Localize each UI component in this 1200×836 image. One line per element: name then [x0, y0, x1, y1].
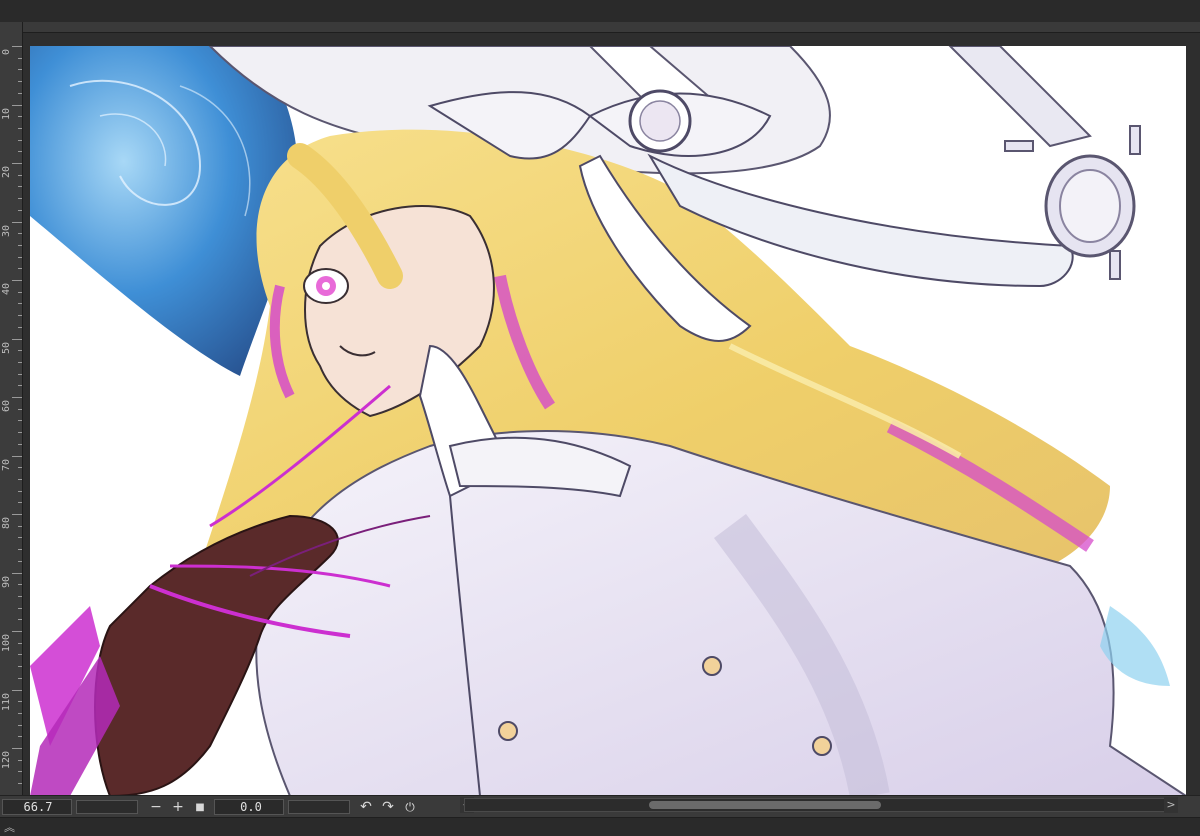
ruler-minor-tick: [18, 537, 22, 539]
ruler-minor-tick: [18, 350, 22, 352]
ruler-minor-tick: [18, 759, 22, 761]
rotate-right-button[interactable]: ↷: [378, 799, 398, 815]
ruler-minor-tick: [18, 57, 22, 59]
ruler-minor-tick: [18, 420, 22, 422]
ruler-major-tick: [12, 748, 22, 749]
ruler-label: 120: [1, 751, 12, 770]
rotation-field[interactable]: 0.0: [214, 799, 284, 815]
ruler-major-tick: [12, 572, 22, 574]
ruler-label: 70: [1, 458, 12, 471]
ruler-minor-tick: [18, 233, 22, 235]
ruler-minor-tick: [18, 701, 22, 703]
reset-rotation-button[interactable]: ⏻: [400, 799, 420, 815]
ruler-label: 80: [1, 517, 12, 530]
ruler-label: 100: [1, 634, 12, 653]
ruler-minor-tick: [18, 303, 22, 305]
ruler-minor-tick: [18, 151, 22, 153]
ruler-major-tick: [12, 689, 22, 691]
title-strip: [0, 0, 1200, 22]
ruler-major-tick: [12, 514, 22, 515]
ruler-minor-tick: [18, 139, 22, 141]
ruler-minor-tick: [18, 525, 22, 527]
ruler-minor-tick: [18, 712, 22, 714]
ruler-major-tick: [12, 280, 22, 281]
ruler-minor-tick: [18, 549, 22, 551]
ruler-minor-tick: [18, 502, 22, 504]
ruler-minor-tick: [18, 443, 22, 445]
ruler-major-tick: [12, 455, 22, 457]
zoom-out-button[interactable]: −: [146, 799, 166, 815]
ruler-minor-tick: [18, 724, 22, 726]
ruler-minor-tick: [18, 373, 22, 375]
ruler-label: 0: [1, 49, 12, 56]
rotation-slider[interactable]: [288, 800, 350, 814]
ruler-minor-tick: [18, 244, 22, 246]
ruler-major-tick: [12, 338, 22, 340]
ruler-minor-tick: [18, 736, 22, 738]
ruler-minor-tick: [18, 677, 22, 679]
ruler-minor-tick: [18, 432, 22, 434]
ruler-minor-tick: [18, 642, 22, 644]
ruler-minor-tick: [18, 81, 22, 83]
ruler-minor-tick: [18, 209, 22, 211]
ruler-major-tick: [12, 163, 22, 164]
ruler-minor-tick: [18, 268, 22, 270]
ruler-minor-tick: [18, 291, 22, 293]
zoom-field[interactable]: 66.7: [2, 799, 72, 815]
illustration: [30, 46, 1186, 795]
zoom-slider[interactable]: [76, 800, 138, 814]
ruler-minor-tick: [18, 771, 22, 773]
zoom-in-button[interactable]: +: [168, 799, 188, 815]
horizontal-scrollbar[interactable]: [464, 798, 1176, 812]
ruler-label: 20: [1, 166, 12, 179]
left-ruler[interactable]: 0102030405060708090100110120130: [0, 22, 23, 828]
ruler-major-tick: [12, 397, 22, 398]
ruler-minor-tick: [18, 315, 22, 317]
ruler-minor-tick: [18, 385, 22, 387]
top-ruler: [0, 22, 1200, 33]
ruler-major-tick: [12, 221, 22, 223]
ruler-minor-tick: [18, 783, 22, 785]
ruler-label: 60: [1, 400, 12, 413]
ruler-major-tick: [12, 46, 22, 47]
ruler-label: 110: [1, 692, 12, 711]
fit-button[interactable]: ■: [190, 799, 210, 815]
hat-brim: [30, 46, 298, 376]
canvas-area[interactable]: [23, 33, 1200, 795]
ruler-minor-tick: [18, 92, 22, 94]
scrollbar-thumb[interactable]: [649, 801, 881, 809]
ruler-minor-tick: [18, 408, 22, 410]
ruler-minor-tick: [18, 186, 22, 188]
expand-icon[interactable]: ︽: [4, 819, 15, 835]
ruler-minor-tick: [18, 256, 22, 258]
ruler-minor-tick: [18, 116, 22, 118]
ruler-minor-tick: [18, 174, 22, 176]
ruler-minor-tick: [18, 595, 22, 597]
ruler-minor-tick: [18, 619, 22, 621]
ruler-minor-tick: [18, 198, 22, 200]
artwork-canvas[interactable]: [30, 46, 1186, 795]
ruler-minor-tick: [18, 607, 22, 609]
ruler-minor-tick: [18, 361, 22, 363]
ruler-major-tick: [12, 631, 22, 632]
ruler-label: 90: [1, 575, 12, 588]
ruler-label: 30: [1, 224, 12, 237]
scroll-right-arrow[interactable]: >: [1164, 797, 1178, 813]
ruler-minor-tick: [18, 127, 22, 129]
ruler-major-tick: [12, 104, 22, 106]
ruler-label: 10: [1, 107, 12, 120]
bottom-bar: ︽: [0, 817, 1200, 836]
ruler-minor-tick: [18, 69, 22, 71]
ruler-minor-tick: [18, 326, 22, 328]
ruler-minor-tick: [18, 654, 22, 656]
ruler-minor-tick: [18, 467, 22, 469]
ruler-minor-tick: [18, 490, 22, 492]
ruler-label: 50: [1, 341, 12, 354]
ruler-minor-tick: [18, 666, 22, 668]
ruler-label: 40: [1, 283, 12, 296]
rotate-left-button[interactable]: ↶: [356, 799, 376, 815]
ruler-minor-tick: [18, 478, 22, 480]
ruler-minor-tick: [18, 560, 22, 562]
ruler-minor-tick: [18, 584, 22, 586]
